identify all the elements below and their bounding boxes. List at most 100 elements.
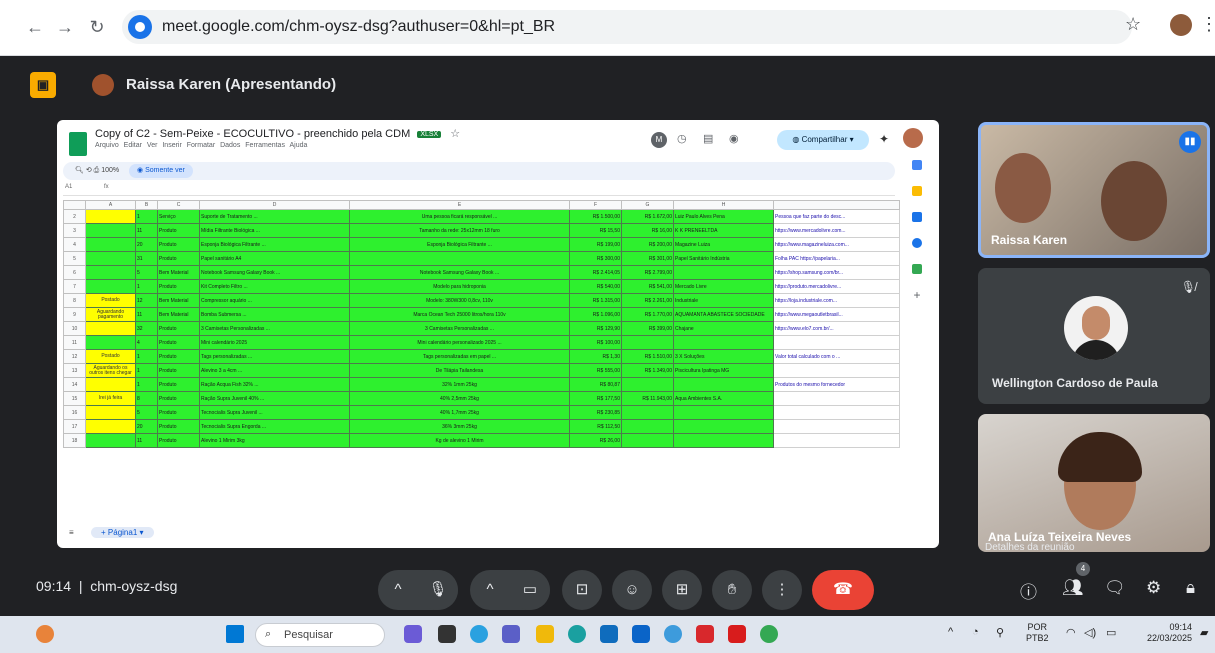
meeting-info-icon[interactable]: ⓘ [1020,578,1037,603]
task-view-icon[interactable] [438,625,456,643]
table-cell: R$ 1.349,00 [621,363,674,378]
windows-start-icon[interactable] [226,625,244,643]
volume-icon[interactable]: ◁) [1084,626,1096,639]
table-cell: R$ 301,00 [621,251,674,266]
participant-tile-raissa[interactable]: ▮▮ Raissa Karen [978,122,1210,258]
row-number: 2 [63,209,86,224]
table-cell: 32% 1mm 25kg [349,377,570,392]
antivirus-icon[interactable] [696,625,714,643]
host-controls-icon[interactable]: 🔒︎ [1186,578,1195,598]
table-cell: Serviço [157,209,200,224]
column-header-extra [773,200,900,210]
store-icon[interactable] [600,625,618,643]
participant-tile-ana[interactable]: Ana Luíza Teixeira Neves [978,414,1210,552]
keep-icon [912,186,922,196]
table-row: 5 31 Produto Papel sanitário A4 R$ 300,00 R$ … [63,251,900,266]
reload-icon[interactable]: ↻ [84,14,110,40]
table-cell: 3 Camisetas Personalizadas ... [349,321,570,336]
table-cell: Pessoa que faz parte do desc... [773,209,900,224]
file-explorer-icon[interactable] [536,625,554,643]
meet-call-icon: ◉ [729,133,739,145]
table-cell: R$ 129,90 [569,321,622,336]
taskbar-search[interactable]: ⌕ Pesquisar [255,623,385,647]
copilot-icon[interactable] [404,625,422,643]
column-header-h: H [673,200,774,210]
meeting-details-link[interactable]: Detalhes da reunião [985,542,1075,553]
row-number: 16 [63,405,86,420]
network-app-icon[interactable]: ◔ [972,626,979,638]
participant-video [995,153,1051,223]
sheet-title-text: Copy of C2 - Sem-Peixe - ECOCULTIVO - pr… [95,128,411,140]
table-cell [349,251,570,266]
audio-options-chevron-icon[interactable]: ^ [378,570,418,610]
language-indicator[interactable]: POR PTB2 [1026,622,1049,644]
user-avatar [903,128,923,148]
chat-icon[interactable]: 🗨︎ [1104,578,1126,598]
edge-icon[interactable] [568,625,586,643]
table-cell [85,265,136,280]
table-cell: Suporte de Tratamento ... [199,209,350,224]
language-code: POR [1027,622,1048,632]
tray-chevron-icon[interactable]: ^ [948,626,953,638]
participant-tile-wellington[interactable]: 🎙︎̸ Wellington Cardoso de Paula [978,268,1210,404]
browser-menu-icon[interactable]: ⋮ [1200,14,1215,35]
emoji-icon[interactable]: ☺ [612,570,652,610]
table-row: 17 20 Produto Tecnocialis Supra Engorda ...… [63,419,900,434]
table-cell: Mini calendário 2025 [199,335,350,350]
chrome-icon[interactable] [760,625,778,643]
camera-icon[interactable]: ▭ [510,570,550,610]
raise-hand-icon[interactable]: ✋︎ [712,570,752,610]
table-cell: Produto [157,391,200,406]
table-cell [673,335,774,350]
notifications-icon[interactable]: ▰ [1200,626,1208,639]
forward-icon[interactable]: → [52,14,78,40]
taskbar-clock[interactable]: 09:14 22/03/2025 [1140,622,1192,644]
search-menus-icon: 🔍︎ ⟲ ⎙ [75,167,102,174]
people-icon[interactable]: 👥︎ [1062,578,1084,598]
outlook-icon[interactable] [632,625,650,643]
table-cell: 32 [135,321,158,336]
table-cell: Produto [157,321,200,336]
table-cell: 1 [135,279,158,294]
site-info-icon[interactable] [128,15,152,39]
captions-icon[interactable]: ⊡ [562,570,602,610]
bookmark-star-icon[interactable]: ☆ [1125,14,1141,35]
table-row: 12 Postado 1 Produto Tags personalizadas ...… [63,349,900,364]
copilot-app-icon[interactable] [470,625,488,643]
table-cell: Industriale [673,293,774,308]
more-options-icon[interactable]: ⋮ [762,570,802,610]
fx-icon: fx [104,184,109,190]
table-cell: Produto [157,349,200,364]
gemini-icon: ✦ [879,132,890,146]
pdf-reader-icon[interactable] [728,625,746,643]
table-cell: R$ 15,50 [569,223,622,238]
present-screen-icon[interactable]: ⊞ [662,570,702,610]
table-cell: R$ 1.500,00 [569,209,622,224]
table-cell: https://www.elo7.com.br/... [773,321,900,336]
battery-icon[interactable]: ▭ [1106,626,1116,639]
video-options-chevron-icon[interactable]: ^ [470,570,510,610]
profile-avatar[interactable] [1170,14,1192,36]
address-bar[interactable]: meet.google.com/chm-oysz-dsg?authuser=0&… [122,10,1132,44]
table-cell: R$ 1.315,00 [569,293,622,308]
usb-icon[interactable]: ⚲ [996,626,1004,639]
presentation-icon: ▣ [30,72,56,98]
sheet-tab-bar: ≡ + Página1 ▾ [63,524,895,544]
activities-icon[interactable]: ⚙︎ [1146,578,1161,598]
table-cell: Aguardando pagamento [85,307,136,322]
table-cell: 11 [135,223,158,238]
weather-widget-icon[interactable] [36,625,54,643]
calendar-icon [912,160,922,170]
wifi-icon[interactable]: ◠ [1066,626,1076,639]
teams-icon[interactable] [502,625,520,643]
leave-call-button[interactable]: ☎︎ [812,570,874,610]
table-cell: 20 [135,419,158,434]
back-icon[interactable]: ← [22,14,48,40]
row-number: 12 [63,349,86,364]
table-cell: R$ 555,00 [569,363,622,378]
table-row: 14 1 Produto Ração Acqua Fish 32% ... 32% 1m… [63,377,900,392]
presenter-avatar [92,74,114,96]
mic-icon[interactable]: 🎙︎ [418,570,458,610]
table-cell: https://shop.samsung.com/br... [773,265,900,280]
bloco-icon[interactable] [664,625,682,643]
